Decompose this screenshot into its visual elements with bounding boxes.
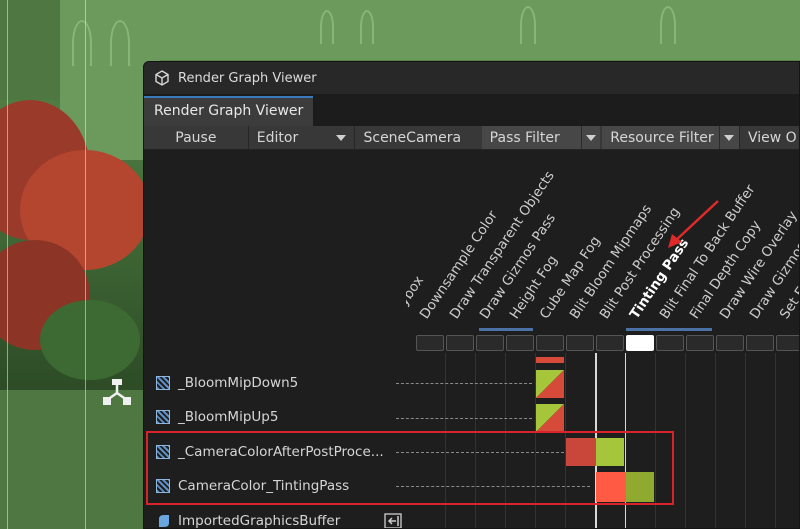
pass-cell[interactable]: [656, 335, 684, 351]
resource-name: _BloomMipUp5: [178, 409, 279, 425]
pass-cell[interactable]: [506, 335, 534, 351]
pass-cell[interactable]: [626, 335, 654, 351]
castle-window: [360, 10, 374, 44]
chevron-down-icon: [585, 134, 596, 141]
chevron-down-icon: [724, 134, 735, 141]
resource-name: _BloomMipDown5: [178, 375, 299, 391]
pass-filter-dropdown[interactable]: [580, 126, 601, 149]
scene-guide-line: [7, 0, 8, 529]
castle-window: [110, 20, 130, 66]
castle-window: [660, 6, 676, 44]
castle-window: [320, 10, 334, 44]
pass-cell[interactable]: [746, 335, 774, 351]
resource-name: ImportedGraphicsBuffer: [178, 513, 341, 529]
texture-icon: [156, 376, 170, 390]
pass-group-indicator: [626, 328, 712, 331]
camera-value: SceneCamera: [363, 129, 462, 146]
resource-row[interactable]: ImportedGraphicsBuffer: [156, 510, 341, 529]
pass-cell[interactable]: [416, 335, 444, 351]
toolbar: Pause Editor SceneCamera Pass Filter Res…: [144, 126, 799, 150]
pass-cell[interactable]: [536, 335, 564, 351]
pass-grid-line: [685, 353, 686, 528]
window-title: Render Graph Viewer: [178, 70, 317, 86]
pass-cell[interactable]: [566, 335, 594, 351]
resource-lifetime-line: [396, 383, 532, 384]
resource-filter-dropdown[interactable]: [719, 126, 739, 149]
tab-render-graph-viewer[interactable]: Render Graph Viewer: [144, 96, 314, 126]
resource-usage-block[interactable]: [536, 370, 564, 398]
castle-window: [72, 20, 92, 66]
texture-icon: [156, 410, 170, 424]
pause-button[interactable]: Pause: [144, 126, 248, 149]
castle-facade: [160, 0, 800, 60]
tab-strip: Render Graph Viewer: [144, 94, 799, 126]
pass-filter-label: Pass Filter: [489, 129, 560, 146]
pass-cell[interactable]: [686, 335, 714, 351]
chevron-down-icon: [336, 134, 347, 141]
pass-label[interactable]: Objects: [357, 271, 399, 322]
pause-label: Pause: [175, 129, 217, 146]
mode-value: Editor: [256, 129, 299, 146]
annotation-arrow-icon: [668, 200, 719, 248]
resource-filter-label: Resource Filter: [610, 129, 714, 146]
pass-cell[interactable]: [716, 335, 744, 351]
view-options-button[interactable]: View O: [739, 126, 799, 149]
pass-grid-line: [745, 353, 746, 528]
pass-grid-line: [715, 353, 716, 528]
castle-window: [520, 6, 536, 44]
resource-usage-block[interactable]: [536, 357, 564, 363]
pass-cell[interactable]: [596, 335, 624, 351]
scene-guide-line: [85, 0, 86, 529]
pass-cell[interactable]: [776, 335, 799, 351]
resource-filter-button[interactable]: Resource Filter: [602, 126, 720, 149]
village-houses: [0, 390, 143, 529]
camera-dropdown[interactable]: SceneCamera: [354, 126, 481, 149]
buffer-icon: [159, 515, 169, 527]
castle-wall: [0, 0, 60, 100]
pass-group-indicator: [479, 328, 533, 331]
import-icon[interactable]: [384, 513, 402, 529]
mode-dropdown[interactable]: Editor: [247, 126, 355, 149]
view-options-label: View O: [748, 129, 797, 146]
highlight-box: [146, 431, 674, 505]
resource-row[interactable]: _BloomMipUp5: [156, 406, 278, 428]
pass-cell[interactable]: [476, 335, 504, 351]
resource-lifetime-line: [396, 418, 532, 419]
pass-filter-button[interactable]: Pass Filter: [481, 126, 581, 149]
green-foliage: [40, 300, 140, 380]
pass-grid-line: [775, 353, 776, 528]
window-titlebar[interactable]: Render Graph Viewer: [144, 62, 799, 94]
unity-cube-icon: [155, 70, 169, 86]
move-tool-icon[interactable]: [102, 378, 132, 408]
pass-cell[interactable]: [446, 335, 474, 351]
resource-usage-block[interactable]: [536, 404, 564, 432]
resource-row[interactable]: _BloomMipDown5: [156, 372, 298, 394]
